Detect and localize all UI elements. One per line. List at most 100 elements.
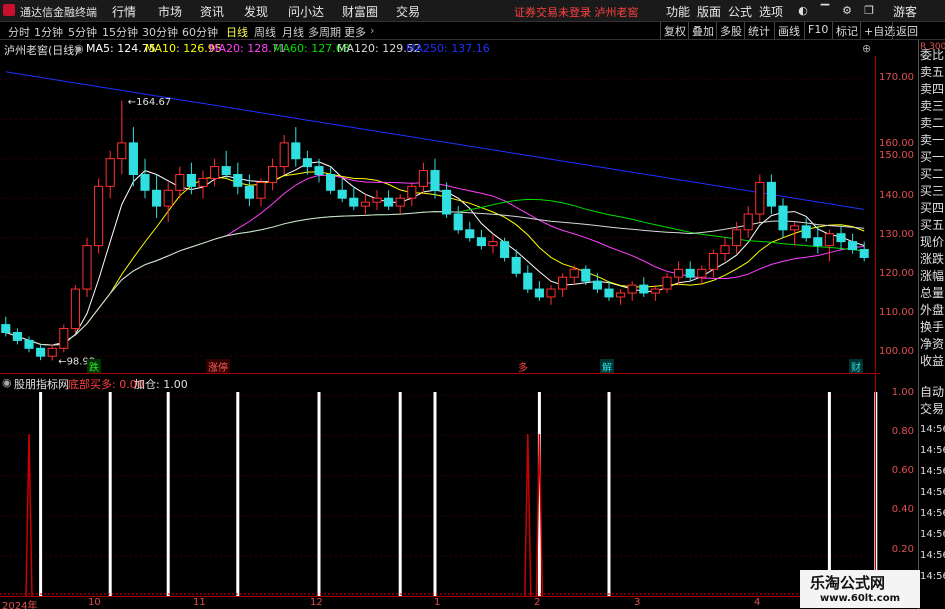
panel-time: 14:56 [920, 487, 945, 498]
more-arrow-icon[interactable]: › [370, 24, 374, 37]
f10-button[interactable]: F10 [804, 22, 831, 39]
period-1min[interactable]: 1分钟 [34, 24, 63, 40]
panel-item: 收益 [920, 354, 945, 368]
candle-body [650, 288, 660, 294]
panel-item: 涨跌 [920, 252, 945, 266]
candle-body [732, 229, 742, 247]
period-weekly[interactable]: 周线 [254, 24, 276, 40]
overlay-button[interactable]: 叠加 [688, 22, 717, 39]
candle-body [128, 142, 138, 176]
marker-multi[interactable]: 多 [516, 359, 530, 374]
minimize-icon[interactable]: ▔ [818, 4, 832, 18]
menu-discover[interactable]: 发现 [244, 3, 268, 20]
menu-trade[interactable]: 交易 [396, 3, 420, 20]
bookmark-button[interactable]: 标记 [832, 22, 861, 39]
candle-body [697, 268, 707, 278]
settings-icon[interactable]: ⚙ [840, 4, 854, 18]
candle-body [221, 166, 231, 175]
period-timeshare[interactable]: 分时 [8, 24, 30, 40]
price-tick: 100.00 [879, 346, 914, 357]
period-15min[interactable]: 15分钟 [102, 24, 138, 40]
indicator-tick: 1.00 [891, 387, 914, 398]
restore-icon[interactable]: ❐ [862, 4, 876, 18]
login-notice: 证券交易未登录 泸州老窖 [514, 6, 639, 19]
period-60min[interactable]: 60分钟 [182, 24, 218, 40]
panel-trade[interactable]: 交易 [920, 402, 944, 417]
menu-ask[interactable]: 问小达 [288, 3, 324, 20]
menu-options[interactable]: 选项 [759, 3, 783, 20]
period-monthly[interactable]: 月线 [282, 24, 304, 40]
candle-body [523, 272, 533, 290]
back-button[interactable]: 返回 [892, 22, 921, 39]
panel-item: 卖五 [920, 65, 945, 79]
marker-finance[interactable]: 财 [849, 359, 863, 374]
indicator-tick: 0.20 [891, 544, 914, 555]
marker-unlock[interactable]: 解 [600, 359, 614, 374]
indicator-tick: 0.60 [891, 465, 914, 476]
ma60-line [5, 198, 865, 346]
panel-item: 卖二 [920, 116, 945, 130]
chart-settings-icon[interactable]: ⊕ [862, 42, 871, 55]
menu-formula[interactable]: 公式 [728, 3, 752, 20]
legend-toggle-icon[interactable]: ◉ [74, 42, 84, 55]
quote-side-panel: R 300 委比 卖五 卖四 卖三 卖二 卖一 买一 买二 买三 买四 买五 现… [918, 40, 945, 609]
multi-stock-button[interactable]: 多股 [716, 22, 745, 39]
price-tick: 170.00 [879, 72, 914, 83]
indicator-spike [524, 433, 532, 596]
panel-time: 14:56 [920, 508, 945, 519]
menu-function[interactable]: 功能 [666, 3, 690, 20]
adjust-button[interactable]: 复权 [660, 22, 689, 39]
period-multi[interactable]: 多周期 [308, 24, 341, 40]
candle-body [604, 288, 614, 298]
candle-body [592, 280, 602, 290]
panel-auto[interactable]: 自动 [920, 385, 944, 400]
candle-body [848, 241, 858, 251]
candle-body [476, 237, 486, 247]
candle-body [140, 174, 150, 191]
panel-item: 外盘 [920, 303, 945, 317]
period-more[interactable]: 更多 [344, 24, 366, 40]
panel-item: 买三 [920, 184, 945, 198]
guest-label[interactable]: 游客 [893, 3, 917, 20]
marker-drop[interactable]: 跌 [87, 359, 101, 374]
panel-time: 14:56 [920, 445, 945, 456]
period-daily[interactable]: 日线 [226, 24, 248, 40]
candle-body [859, 249, 869, 258]
candlestick-chart[interactable]: ←164.67←98.92 [0, 56, 880, 372]
draw-line-button[interactable]: 画线 [774, 22, 803, 39]
candle-body [430, 170, 440, 191]
menu-market[interactable]: 市场 [158, 3, 182, 20]
period-30min[interactable]: 30分钟 [142, 24, 178, 40]
date-tick: 3 [634, 597, 641, 608]
menu-quotes[interactable]: 行情 [112, 3, 136, 20]
menu-layout[interactable]: 版面 [697, 3, 721, 20]
period-5min[interactable]: 5分钟 [68, 24, 97, 40]
panel-time: 14:56 [920, 466, 945, 477]
candle-body [186, 174, 196, 187]
skin-icon[interactable]: ◐ [796, 4, 810, 18]
candle-body [836, 233, 846, 243]
candle-body [639, 284, 649, 294]
menu-news[interactable]: 资讯 [200, 3, 224, 20]
indicator-tick: 0.80 [891, 426, 914, 437]
panel-item: 买四 [920, 201, 945, 215]
candle-body [627, 284, 637, 294]
date-tick: 10 [88, 597, 101, 608]
marker-limit-up[interactable]: 涨停 [206, 359, 230, 374]
watermark-url: www.60lt.com [820, 593, 901, 604]
stats-button[interactable]: 统计 [744, 22, 773, 39]
candle-body [24, 339, 34, 349]
candle-body [500, 241, 510, 258]
candle-body [418, 170, 428, 187]
indicator-axis: 1.00 0.80 0.60 0.40 0.20 [875, 373, 918, 596]
menu-wealth[interactable]: 财富圈 [342, 3, 378, 20]
date-tick: 12 [310, 597, 323, 608]
candle-body [70, 288, 80, 330]
candle-body [291, 142, 301, 160]
indicator-chart[interactable] [0, 389, 880, 596]
candle-body [511, 256, 521, 274]
indicator-toggle-icon[interactable]: ◉ [2, 376, 12, 389]
panel-item: 委比 [920, 48, 945, 62]
panel-time: 14:56 [920, 529, 945, 540]
panel-item: 净资 [920, 337, 945, 351]
